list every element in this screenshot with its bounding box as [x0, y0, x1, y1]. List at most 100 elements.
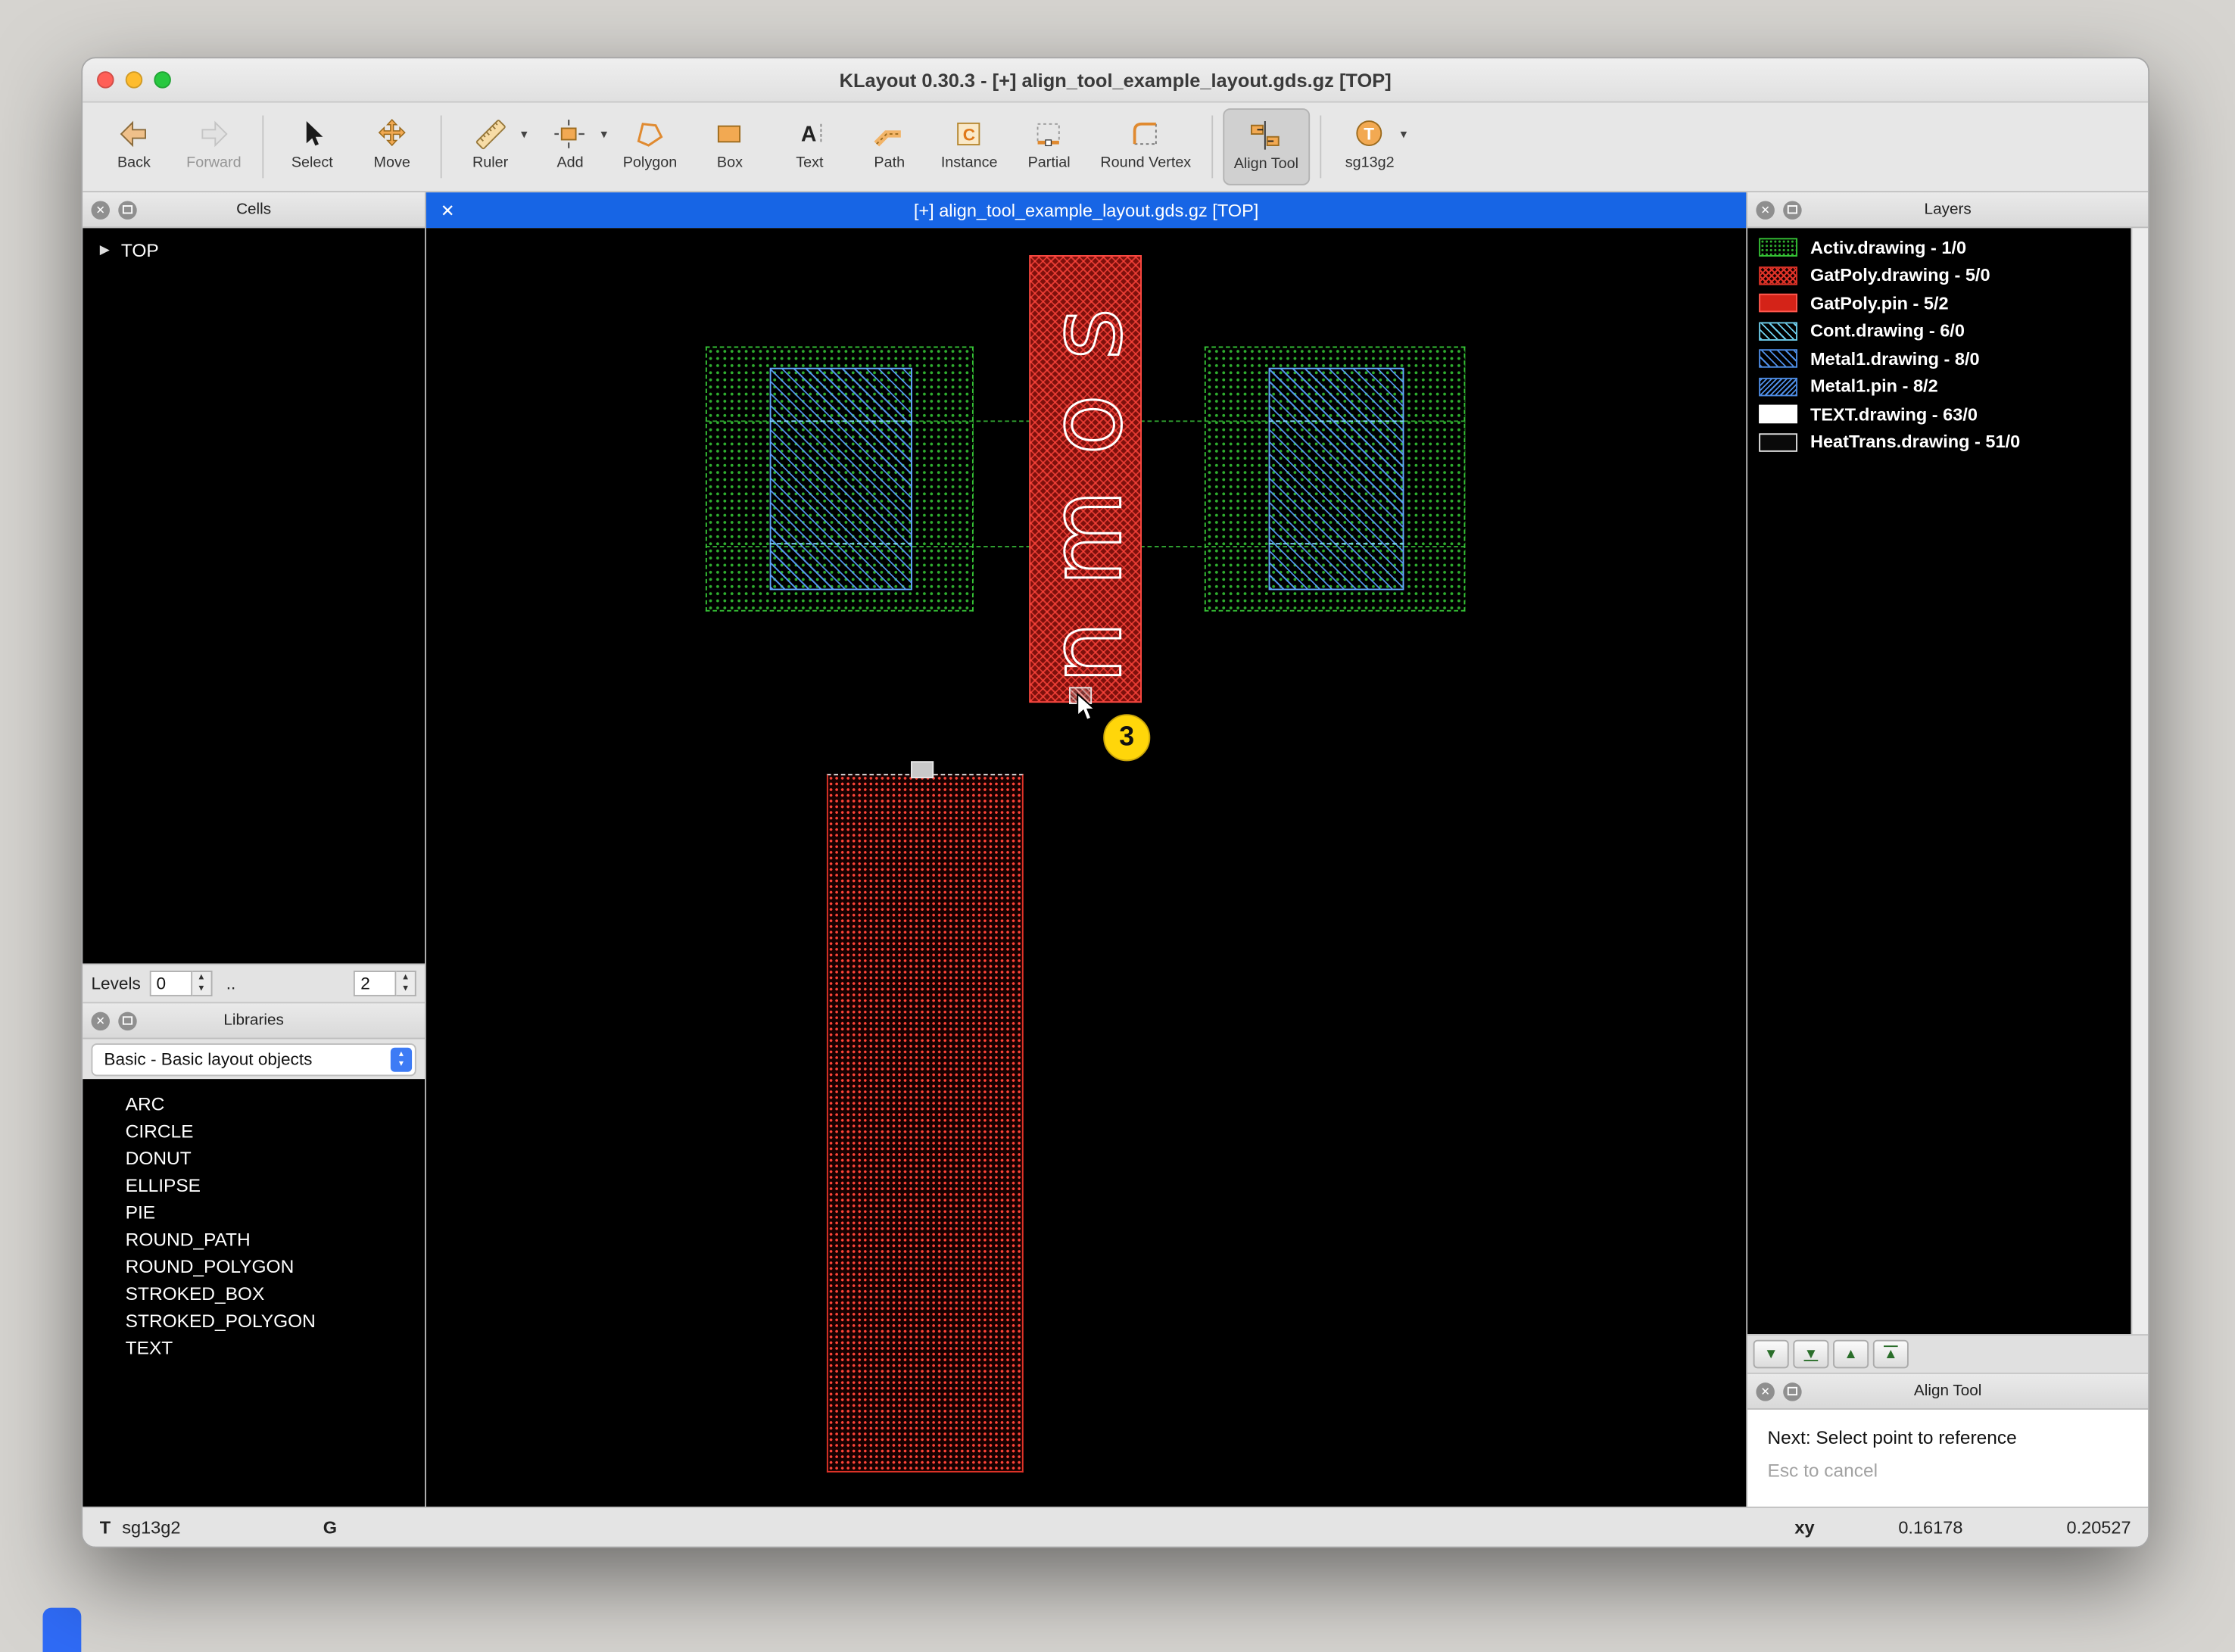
layer-label: Activ.drawing - 1/0: [1810, 238, 1966, 257]
move-layer-top-button[interactable]: ▲: [1873, 1340, 1909, 1369]
chevron-down-icon[interactable]: ▾: [521, 127, 528, 143]
layer-row[interactable]: Cont.drawing - 6/0: [1747, 317, 2131, 345]
box-label: Box: [717, 154, 743, 171]
dock-app-fragment[interactable]: [42, 1608, 81, 1652]
cell-item-top[interactable]: ▶ TOP: [83, 228, 425, 260]
close-panel-icon[interactable]: ✕: [91, 201, 109, 219]
window-titlebar[interactable]: KLayout 0.30.3 - [+] align_tool_example_…: [83, 58, 2148, 102]
forward-button[interactable]: Forward: [176, 108, 253, 185]
selection-handle[interactable]: [911, 761, 934, 778]
toolbar-separator: [1320, 115, 1321, 178]
layout-canvas[interactable]: nmos 3: [426, 228, 1746, 1507]
spin-up-icon[interactable]: ▲: [396, 972, 414, 983]
detach-panel-icon[interactable]: [1783, 201, 1801, 219]
layer-row[interactable]: GatPoly.drawing - 5/0: [1747, 261, 2131, 289]
move-layer-down-button[interactable]: ▼: [1753, 1340, 1789, 1369]
move-layer-bottom-button[interactable]: ▼: [1793, 1340, 1828, 1369]
cells-tree[interactable]: ▶ TOP: [83, 228, 425, 963]
step-badge: 3: [1103, 714, 1150, 761]
instance-button[interactable]: C Instance: [930, 108, 1008, 185]
layer-row[interactable]: HeatTrans.drawing - 51/0: [1747, 429, 2131, 457]
round-vertex-button[interactable]: Round Vertex: [1090, 108, 1201, 185]
library-item[interactable]: PIE: [83, 1198, 425, 1226]
text-icon: A: [793, 117, 827, 151]
partial-button[interactable]: Partial: [1011, 108, 1088, 185]
window-title: KLayout 0.30.3 - [+] align_tool_example_…: [840, 69, 1392, 90]
select-label: Select: [291, 154, 333, 171]
chevron-down-icon[interactable]: ▾: [1401, 127, 1407, 143]
levels-row: Levels 0 ▲ ▼ .. 2 ▲ ▼: [83, 964, 425, 1004]
gatpoly-gate-shape[interactable]: nmos: [1029, 255, 1142, 703]
detach-panel-icon[interactable]: [118, 1011, 136, 1030]
spin-down-icon[interactable]: ▼: [192, 983, 210, 995]
move-button[interactable]: Move: [354, 108, 431, 185]
layer-swatch: [1759, 377, 1797, 395]
layer-row[interactable]: Metal1.drawing - 8/0: [1747, 345, 2131, 373]
tab-title: [+] align_tool_example_layout.gds.gz [TO…: [426, 201, 1746, 220]
library-item[interactable]: CIRCLE: [83, 1117, 425, 1145]
add-icon: [553, 117, 587, 151]
library-list[interactable]: ARC CIRCLE DONUT ELLIPSE PIE ROUND_PATH …: [83, 1079, 425, 1507]
technology-label: sg13g2: [1345, 154, 1395, 171]
level-from-spinner[interactable]: 0 ▲ ▼: [149, 971, 212, 996]
close-panel-icon[interactable]: ✕: [1756, 1382, 1774, 1400]
layer-row[interactable]: Metal1.pin - 8/2: [1747, 372, 2131, 401]
library-item[interactable]: DONUT: [83, 1145, 425, 1172]
minimize-window-button[interactable]: [126, 71, 143, 89]
layout-tab[interactable]: ✕ [+] align_tool_example_layout.gds.gz […: [426, 192, 1746, 228]
metal1-region-right[interactable]: [1269, 368, 1404, 591]
spin-up-icon[interactable]: ▲: [192, 972, 210, 983]
fullscreen-window-button[interactable]: [154, 71, 171, 89]
close-panel-icon[interactable]: ✕: [91, 1011, 109, 1030]
polygon-button[interactable]: Polygon: [612, 108, 689, 185]
level-to-spinner[interactable]: 2 ▲ ▼: [354, 971, 416, 996]
detach-panel-icon[interactable]: [118, 201, 136, 219]
expand-arrow-icon[interactable]: ▶: [100, 242, 110, 258]
libraries-panel-title: Libraries: [223, 1012, 283, 1030]
metal1-region-left[interactable]: [770, 368, 912, 591]
level-from-value[interactable]: 0: [149, 971, 192, 996]
cells-panel-header: ✕ Cells: [83, 192, 425, 228]
select-button[interactable]: Select: [273, 108, 351, 185]
toolbar-separator: [1211, 115, 1213, 178]
level-to-value[interactable]: 2: [354, 971, 396, 996]
library-item[interactable]: STROKED_POLYGON: [83, 1307, 425, 1334]
back-button[interactable]: Back: [95, 108, 173, 185]
dropdown-up-icon: ▴: [399, 1049, 404, 1059]
detach-panel-icon[interactable]: [1783, 1382, 1801, 1400]
path-label: Path: [874, 154, 905, 171]
path-button[interactable]: Path: [851, 108, 928, 185]
gatpoly-drawing-shape[interactable]: [827, 774, 1024, 1472]
svg-text:T: T: [1364, 125, 1374, 144]
technology-button[interactable]: T sg13g2 ▾: [1331, 108, 1408, 185]
move-layer-up-button[interactable]: ▲: [1833, 1340, 1869, 1369]
text-button[interactable]: A Text: [771, 108, 849, 185]
library-dropdown[interactable]: Basic - Basic layout objects ▴ ▾: [91, 1043, 416, 1075]
metal1-pin-line: [1269, 543, 1404, 544]
metal1-pin-line: [770, 543, 912, 544]
close-panel-icon[interactable]: ✕: [1756, 201, 1774, 219]
layers-list[interactable]: Activ.drawing - 1/0 GatPoly.drawing - 5/…: [1747, 228, 2131, 1334]
library-item[interactable]: ROUND_POLYGON: [83, 1253, 425, 1280]
path-icon: [872, 117, 906, 151]
add-button[interactable]: Add ▾: [531, 108, 609, 185]
library-item[interactable]: ELLIPSE: [83, 1172, 425, 1199]
box-icon: [712, 117, 747, 151]
layer-swatch: [1759, 350, 1797, 368]
library-item[interactable]: STROKED_BOX: [83, 1280, 425, 1308]
close-window-button[interactable]: [97, 71, 114, 89]
library-item[interactable]: ROUND_PATH: [83, 1226, 425, 1253]
partial-icon: [1032, 117, 1066, 151]
library-item[interactable]: TEXT: [83, 1334, 425, 1361]
layer-row[interactable]: Activ.drawing - 1/0: [1747, 234, 2131, 262]
ruler-button[interactable]: Ruler ▾: [452, 108, 529, 185]
align-tool-button[interactable]: Align Tool: [1223, 108, 1310, 185]
spin-down-icon[interactable]: ▼: [396, 983, 414, 995]
layer-row[interactable]: GatPoly.pin - 5/2: [1747, 289, 2131, 317]
layer-row[interactable]: TEXT.drawing - 63/0: [1747, 401, 2131, 429]
layers-scrollbar[interactable]: [2131, 228, 2149, 1334]
layer-swatch: [1759, 238, 1797, 257]
box-button[interactable]: Box: [691, 108, 768, 185]
chevron-down-icon[interactable]: ▾: [600, 127, 607, 143]
library-item[interactable]: ARC: [83, 1090, 425, 1117]
